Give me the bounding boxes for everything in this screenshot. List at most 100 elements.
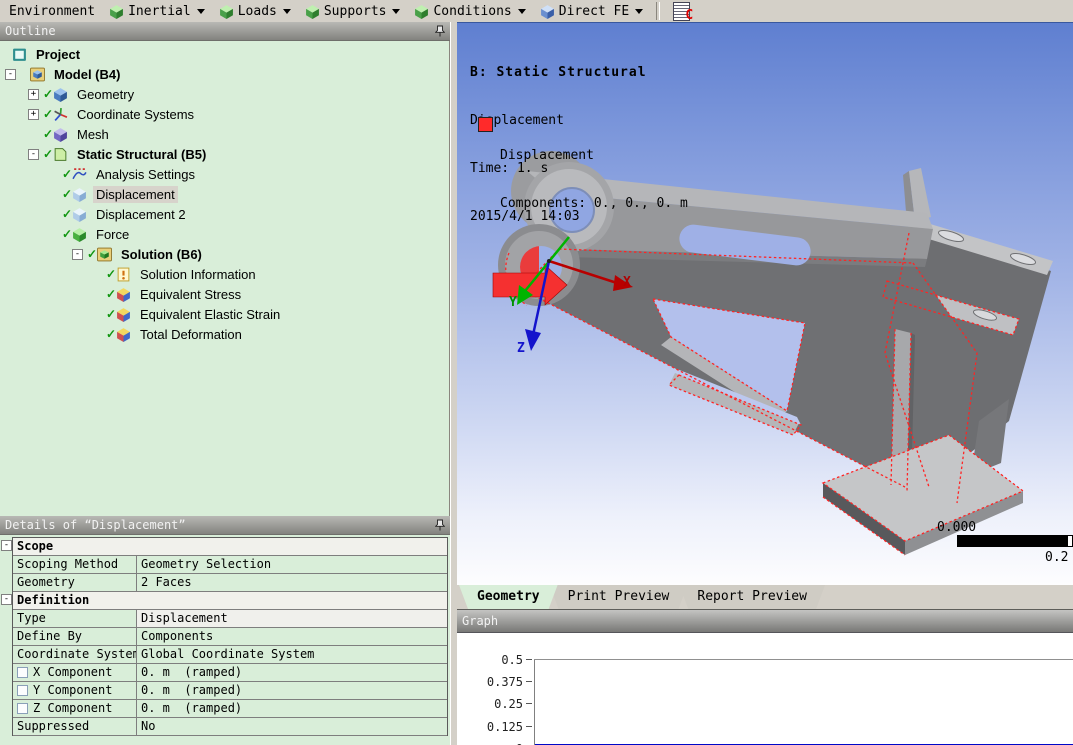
details-value[interactable]: Components [137, 628, 447, 645]
graph-title: Graph [462, 614, 499, 628]
tree-item-label: Project [36, 46, 81, 62]
collapse-icon[interactable]: - [28, 148, 39, 160]
details-table: Scope Scoping Method Geometry Selection … [12, 537, 448, 736]
details-label: Suppressed [13, 718, 137, 735]
triad-z-label: Z [517, 341, 525, 356]
result-icon [116, 327, 131, 342]
result-icon [116, 287, 131, 302]
tree-item-model[interactable]: - Model (B4) [0, 64, 449, 84]
details-row-geometry: Geometry 2 Faces [13, 574, 447, 592]
collapse-icon[interactable]: - [1, 540, 12, 551]
graph-y-axis [534, 659, 535, 745]
toolbar-item-loads[interactable]: Loads [213, 3, 297, 20]
details-label: Define By [13, 628, 137, 645]
toolbar-item-direct-fe[interactable]: Direct FE [534, 3, 649, 20]
right-panel: B: Static Structural Displacement Time: … [457, 22, 1073, 745]
tree-item-label: Mesh [77, 126, 109, 142]
toolbar-item-supports[interactable]: Supports [299, 3, 407, 20]
tree-item-equivalent-stress[interactable]: Equivalent Stress [0, 284, 449, 304]
displacement-icon [72, 187, 87, 202]
project-icon [13, 48, 26, 61]
details-label: Z Component [33, 701, 113, 715]
loads-icon [219, 4, 234, 19]
expand-icon[interactable]: + [28, 108, 39, 120]
y-tick-mark [526, 681, 532, 682]
tree-item-solution[interactable]: - Solution (B6) [0, 244, 449, 264]
tree-item-project[interactable]: Project [0, 44, 449, 64]
details-category-scope[interactable]: Scope [13, 538, 447, 556]
details-value[interactable]: 0. m (ramped) [137, 664, 447, 681]
tab-print-preview[interactable]: Print Preview [550, 585, 688, 609]
tab-report-preview[interactable]: Report Preview [679, 585, 825, 609]
tree-item-displacement[interactable]: Displacement [0, 184, 449, 204]
details-value[interactable]: 0. m (ramped) [137, 700, 447, 717]
y-component-checkbox[interactable] [17, 685, 28, 696]
toolbar-item-inertial[interactable]: Inertial [103, 3, 211, 20]
details-category-definition[interactable]: Definition [13, 592, 447, 610]
details-label: Scoping Method [13, 556, 137, 573]
x-component-checkbox[interactable] [17, 667, 28, 678]
geometry-icon [53, 87, 68, 102]
tree-item-force[interactable]: Force [0, 224, 449, 244]
details-row-define-by: Define By Components [13, 628, 447, 646]
details-row-z-component: Z Component 0. m (ramped) [13, 700, 447, 718]
toolbar-separator [656, 2, 661, 20]
details-panel-header: Details of “Displacement” [0, 516, 450, 535]
chevron-down-icon [517, 8, 526, 14]
toolbar-item-environment[interactable]: Environment [3, 3, 101, 20]
legend-swatch [478, 117, 493, 132]
details-value[interactable]: Global Coordinate System [137, 646, 447, 663]
details-value[interactable]: Geometry Selection [137, 556, 447, 573]
direct-fe-icon [540, 4, 555, 19]
toolbar-item-label: Inertial [128, 3, 191, 19]
toolbar-item-label: Environment [9, 3, 96, 19]
tree-item-mesh[interactable]: Mesh [0, 124, 449, 144]
collapse-icon[interactable]: - [5, 68, 16, 80]
z-component-checkbox[interactable] [17, 703, 28, 714]
collapse-icon[interactable]: - [72, 248, 83, 260]
chevron-down-icon [196, 8, 205, 14]
chevron-down-icon [282, 8, 291, 14]
tree-item-geometry[interactable]: + Geometry [0, 84, 449, 104]
triad-x-label: X [623, 275, 631, 290]
tree-item-label: Force [96, 226, 130, 242]
toolbar-item-label: Direct FE [558, 3, 630, 19]
result-icon [116, 307, 131, 322]
tree-item-label: Equivalent Elastic Strain [140, 306, 281, 322]
details-value[interactable]: No [137, 718, 447, 735]
toolbar-item-conditions[interactable]: Conditions [408, 3, 531, 20]
tree-item-equivalent-elastic-strain[interactable]: Equivalent Elastic Strain [0, 304, 449, 324]
tree-item-displacement-2[interactable]: Displacement 2 [0, 204, 449, 224]
y-tick-mark [526, 659, 532, 660]
tree-item-label: Model (B4) [54, 66, 121, 82]
tree-item-solution-information[interactable]: Solution Information [0, 264, 449, 284]
tree-item-static-structural[interactable]: - Static Structural (B5) [0, 144, 449, 164]
details-gutter: - - [0, 537, 12, 745]
collapse-icon[interactable]: - [1, 594, 12, 605]
tree-item-analysis-settings[interactable]: Analysis Settings [0, 164, 449, 184]
details-row-coordinate-system: Coordinate System Global Coordinate Syst… [13, 646, 447, 664]
tree-item-label: Total Deformation [140, 326, 242, 342]
solution-information-icon [117, 267, 130, 281]
inertial-icon [109, 4, 124, 19]
graph-plot: 0.5 0.375 0.25 0.125 0 [457, 633, 1073, 745]
legend-label: Displacement [500, 148, 594, 163]
tree-item-label: Coordinate Systems [77, 106, 195, 122]
force-icon [72, 227, 87, 242]
details-value[interactable]: 0. m (ramped) [137, 682, 447, 699]
commands-icon[interactable] [673, 1, 693, 23]
details-value[interactable]: 2 Faces [137, 574, 447, 591]
details-row-type: Type Displacement [13, 610, 447, 628]
tree-item-coordinate-systems[interactable]: + Coordinate Systems [0, 104, 449, 124]
pin-icon[interactable] [435, 25, 445, 37]
tree-item-total-deformation[interactable]: Total Deformation [0, 324, 449, 344]
pin-icon[interactable] [435, 519, 445, 531]
outline-title: Outline [5, 24, 56, 38]
toolbar-item-label: Loads [237, 3, 277, 19]
graphics-viewport[interactable]: B: Static Structural Displacement Time: … [457, 22, 1073, 585]
y-tick-label: 0.375 [486, 675, 523, 689]
tree-item-label: Equivalent Stress [140, 286, 242, 302]
tab-geometry[interactable]: Geometry [459, 585, 558, 609]
details-value[interactable]: Displacement [137, 610, 447, 627]
expand-icon[interactable]: + [28, 88, 39, 100]
